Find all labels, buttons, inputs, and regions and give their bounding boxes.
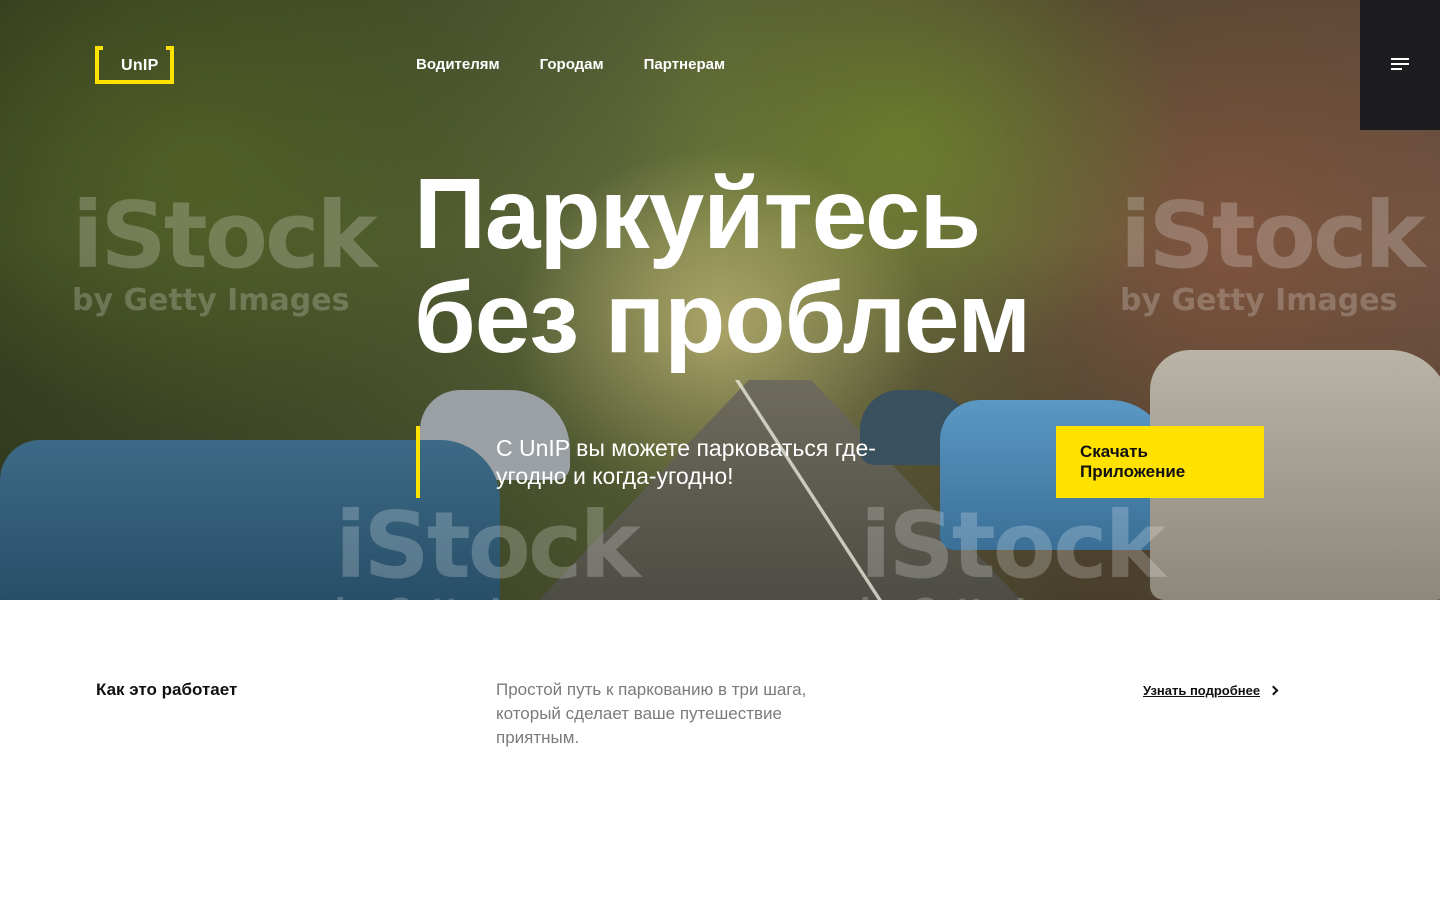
watermark-subtext: by Getty Images xyxy=(860,596,1163,601)
accent-bar xyxy=(416,426,420,498)
section-title: Как это работает xyxy=(96,680,238,699)
chevron-right-icon xyxy=(1268,685,1279,696)
watermark-text: iStock xyxy=(860,492,1166,599)
headline-line: без проблем xyxy=(414,262,1031,374)
watermark-text: iStock xyxy=(1120,182,1426,289)
download-app-button[interactable]: Скачать Приложение xyxy=(1056,426,1264,498)
main-nav: Водителям Городам Партнерам xyxy=(416,56,725,73)
nav-item-drivers[interactable]: Водителям xyxy=(416,56,500,73)
stock-watermark: iStock by Getty Images xyxy=(335,492,641,601)
learn-more-label: Узнать подробнее xyxy=(1143,683,1261,698)
nav-item-partners[interactable]: Партнерам xyxy=(644,56,725,73)
menu-button[interactable] xyxy=(1360,0,1440,130)
watermark-text: iStock xyxy=(72,182,378,289)
hero-section: iStock by Getty Images iStock by Getty I… xyxy=(0,0,1440,600)
stock-watermark: iStock by Getty Images xyxy=(860,492,1166,601)
watermark-subtext: by Getty Images xyxy=(335,596,638,601)
learn-more-link[interactable]: Узнать подробнее xyxy=(1143,683,1279,698)
headline-line: Паркуйтесь xyxy=(414,158,981,270)
cta-label-line: Приложение xyxy=(1080,462,1186,481)
watermark-subtext: by Getty Images xyxy=(72,283,350,318)
stock-watermark: iStock by Getty Images xyxy=(1120,182,1426,318)
watermark-subtext: by Getty Images xyxy=(1120,283,1398,318)
stock-watermark: iStock by Getty Images xyxy=(72,182,378,318)
hero-subtitle: С UnIP вы можете парковаться где-угодно … xyxy=(496,435,876,489)
logo[interactable]: UnIP xyxy=(95,46,174,84)
watermark-text: iStock xyxy=(335,492,641,599)
hamburger-menu-icon xyxy=(1391,58,1409,72)
section-description: Простой путь к паркованию в три шага, ко… xyxy=(496,680,807,747)
logo-text: UnIP xyxy=(121,57,159,74)
cta-label-line: Скачать xyxy=(1080,442,1148,461)
hero-headline: Паркуйтесь без проблем xyxy=(414,158,1031,374)
nav-item-cities[interactable]: Городам xyxy=(540,56,604,73)
